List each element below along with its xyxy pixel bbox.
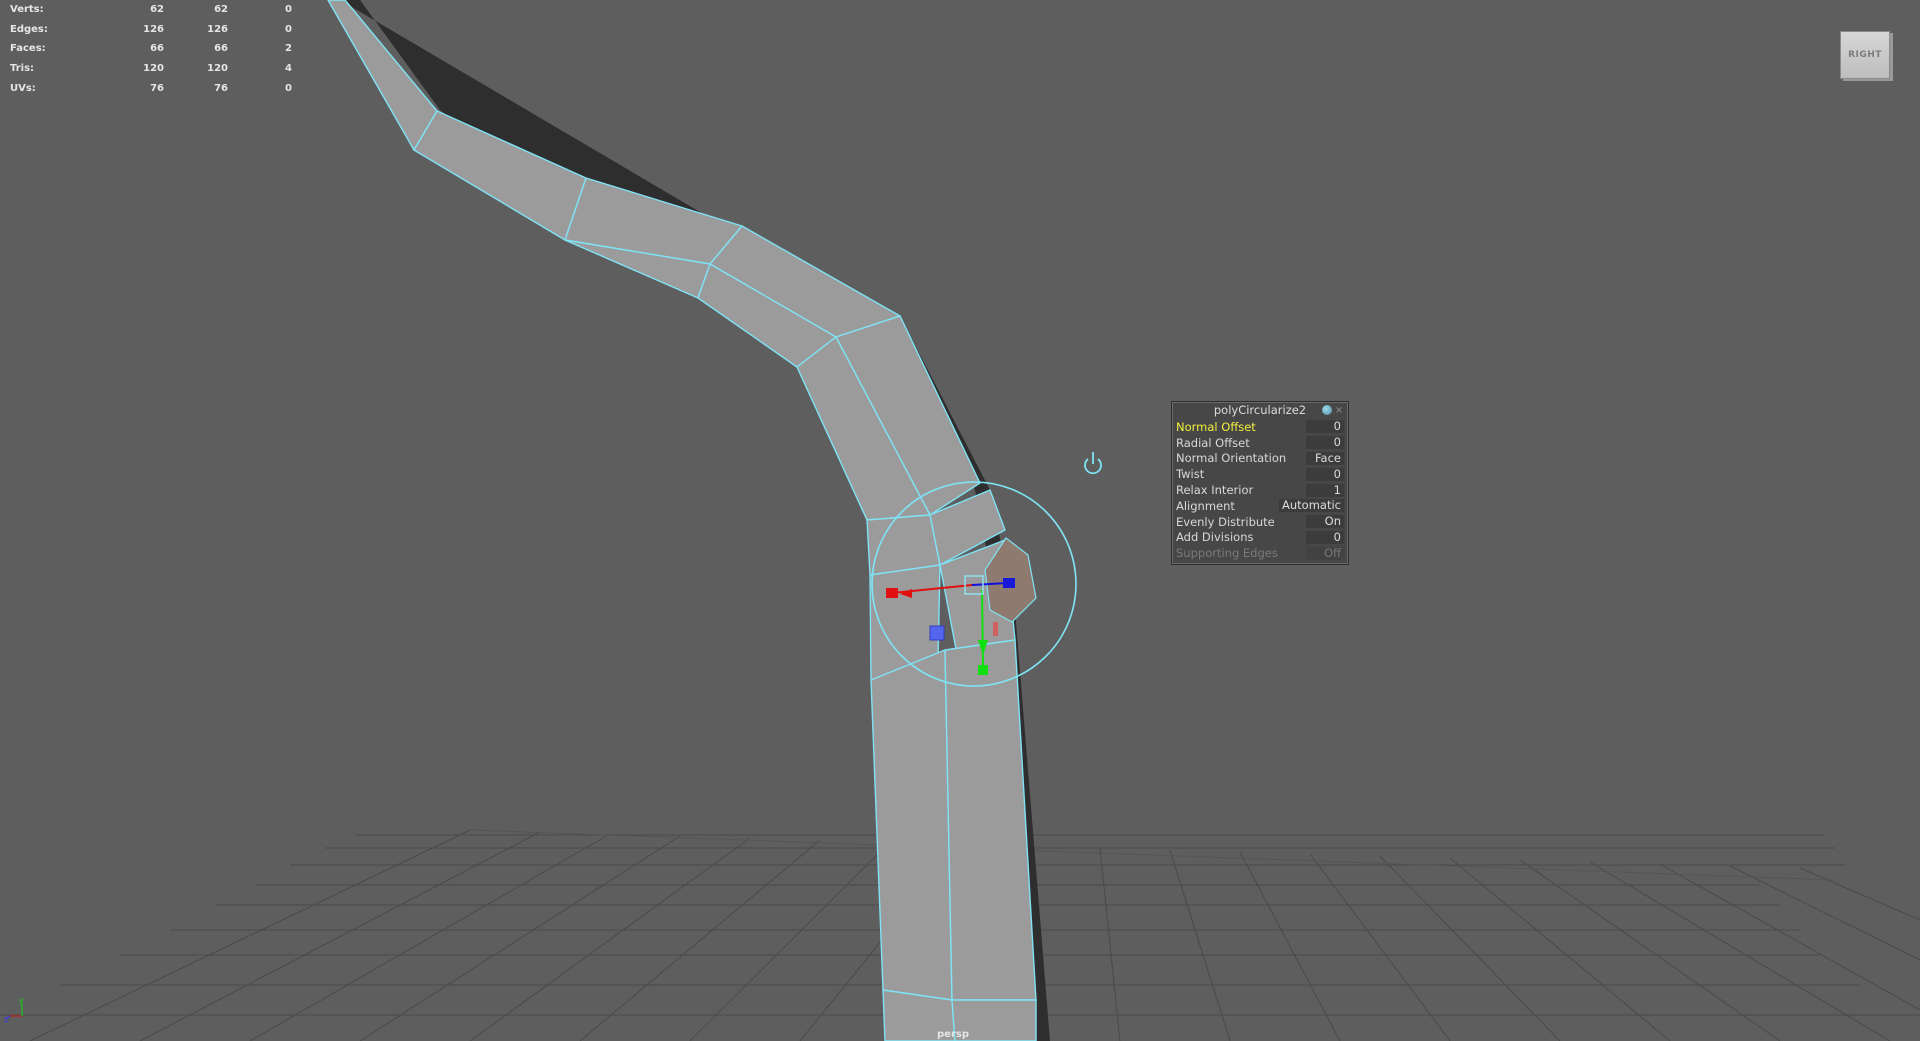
panel-title: polyCircularize2 [1213,403,1307,417]
hud-label: Faces: [10,43,46,55]
attr-value-field[interactable]: 0 [1306,530,1344,544]
hud-value: 66 [150,43,164,55]
attr-value-field[interactable]: 1 [1306,483,1344,497]
attr-value-field[interactable]: 0 [1306,420,1344,434]
attr-label: Evenly Distribute [1176,514,1275,529]
attr-value-field[interactable]: Automatic [1279,499,1344,513]
attr-twist[interactable]: Twist 0 [1172,466,1348,482]
hud-value: 126 [207,23,228,35]
attr-normal-offset[interactable]: Normal Offset 0 [1172,419,1348,435]
plane-handle-2[interactable] [993,622,998,636]
attr-label: Radial Offset [1176,435,1250,450]
hud-value: 66 [214,43,228,55]
x-axis-handle[interactable] [886,588,898,598]
axis-orientation-icon: y z [4,996,24,1022]
attr-value-field[interactable]: Face [1306,451,1344,465]
attr-label: Add Divisions [1176,530,1254,545]
hud-label: Edges: [10,23,48,35]
attr-add-divisions[interactable]: Add Divisions 0 [1172,530,1348,546]
scene-canvas[interactable] [0,0,1920,1041]
hud-value: 126 [143,23,164,35]
hud-value: 0 [285,4,292,16]
hud-row-faces: Faces: 66 66 2 [10,39,292,59]
hud-row-tris: Tris: 120 120 4 [10,59,292,79]
y-axis-handle[interactable] [978,665,988,675]
hud-row-verts: Verts: 62 62 0 [10,0,292,20]
in-view-editor-panel[interactable]: polyCircularize2 × Normal Offset 0 Radia… [1171,401,1349,566]
attr-radial-offset[interactable]: Radial Offset 0 [1172,435,1348,451]
poly-count-hud: Verts: 62 62 0 Edges: 126 126 0 Faces: 6… [10,0,292,98]
node-bullet-icon[interactable] [1322,405,1332,415]
z-axis-handle[interactable] [1003,578,1015,588]
panel-title-bar[interactable]: polyCircularize2 × [1172,402,1348,419]
view-cube-label: RIGHT [1848,50,1882,60]
hud-label: UVs: [10,82,36,94]
3d-viewport[interactable]: Verts: 62 62 0 Edges: 126 126 0 Faces: 6… [0,0,1920,1041]
hud-value: 76 [214,82,228,94]
hud-value: 4 [285,63,292,75]
hud-label: Verts: [10,4,44,16]
hud-value: 0 [285,82,292,94]
attr-supporting-edges: Supporting Edges Off [1172,545,1348,561]
hud-value: 120 [207,63,228,75]
hud-row-uvs: UVs: 76 76 0 [10,78,292,98]
attr-value-field: Off [1306,546,1344,560]
hud-value: 62 [150,4,164,16]
attr-label: Supporting Edges [1176,546,1278,561]
plane-handle[interactable] [929,625,945,641]
hud-value: 2 [285,43,292,55]
camera-label: persp [937,1029,969,1040]
power-icon[interactable] [1084,452,1102,475]
hud-row-edges: Edges: 126 126 0 [10,20,292,40]
attr-normal-orientation[interactable]: Normal Orientation Face [1172,451,1348,467]
close-icon[interactable]: × [1334,402,1344,419]
hud-value: 120 [143,63,164,75]
attr-label: Normal Offset [1176,419,1256,434]
attr-relax-interior[interactable]: Relax Interior 1 [1172,482,1348,498]
attr-label: Twist [1176,467,1205,482]
hud-value: 76 [150,82,164,94]
axis-z-label: z [4,1015,8,1022]
axis-y-label: y [19,996,24,1005]
hud-value: 62 [214,4,228,16]
attr-alignment[interactable]: Alignment Automatic [1172,498,1348,514]
attr-evenly-distribute[interactable]: Evenly Distribute On [1172,514,1348,530]
attr-label: Relax Interior [1176,483,1254,498]
attr-value-field[interactable]: 0 [1306,436,1344,450]
attr-value-field[interactable]: On [1306,515,1344,529]
hud-value: 0 [285,23,292,35]
hud-label: Tris: [10,63,35,75]
attr-label: Normal Orientation [1176,451,1287,466]
attr-label: Alignment [1176,498,1235,513]
view-cube[interactable]: RIGHT [1840,31,1890,79]
attr-value-field[interactable]: 0 [1306,467,1344,481]
